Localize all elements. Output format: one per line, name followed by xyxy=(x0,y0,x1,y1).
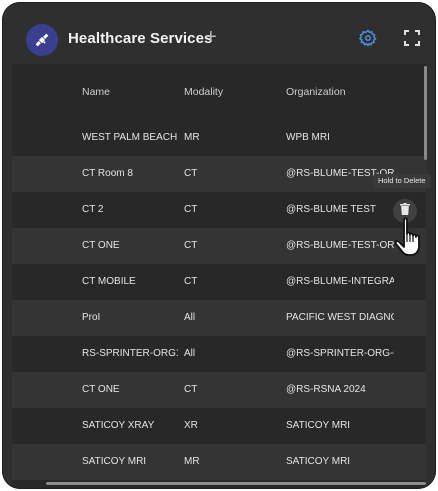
cell-name: CT Room 8 xyxy=(82,168,133,179)
services-table: Name Modality Organization WEST PALM BEA… xyxy=(12,64,426,488)
cell-organization: SATICOY MRI xyxy=(286,420,351,431)
column-header-modality[interactable]: Modality xyxy=(184,86,223,98)
table-row[interactable]: CT ONE CT @RS-RSNA 2024 xyxy=(12,372,426,408)
cell-name: CT ONE xyxy=(82,384,120,395)
cell-name: WEST PALM BEACH... xyxy=(82,132,178,143)
cell-name: CT 2 xyxy=(82,204,104,215)
gear-icon[interactable] xyxy=(358,29,377,47)
cell-name: CT MOBILE xyxy=(82,276,136,287)
page-title: Healthcare Services xyxy=(68,30,213,47)
cell-modality: All xyxy=(184,312,196,323)
cell-organization: @RS-RSNA 2024 xyxy=(286,384,366,395)
table-row[interactable]: CT MOBILE CT @RS-BLUME-INTEGRATION xyxy=(12,264,426,300)
panel-header: Healthcare Services + xyxy=(2,2,436,68)
table-row[interactable]: CT 2 CT @RS-BLUME TEST xyxy=(12,192,426,228)
cell-name: CT ONE xyxy=(82,240,120,251)
table-row[interactable]: CT ONE CT @RS-BLUME-TEST-ORG xyxy=(12,228,426,264)
horizontal-scrollbar[interactable] xyxy=(46,482,426,485)
table-row[interactable]: WEST PALM BEACH... MR WPB MRI xyxy=(12,120,426,156)
vertical-scrollbar[interactable] xyxy=(424,66,427,160)
cell-name: SATICOY MRI xyxy=(82,456,147,467)
cell-modality: MR xyxy=(184,456,200,467)
satellite-icon xyxy=(26,24,58,56)
cell-name: RS-SPRINTER-ORG1 xyxy=(82,348,178,359)
hold-to-delete-tooltip: Hold to Delete xyxy=(373,174,431,188)
cell-organization: @RS-SPRINTER-ORG-01 xyxy=(286,348,394,359)
cell-organization: @RS-BLUME-TEST-ORG xyxy=(286,240,394,251)
cell-name: ProI xyxy=(82,312,101,323)
table-row[interactable]: RS-SPRINTER-ORG1 All @RS-SPRINTER-ORG-01 xyxy=(12,336,426,372)
table-row[interactable]: SATICOY MRI MR SATICOY MRI xyxy=(12,444,426,480)
cell-modality: MR xyxy=(184,132,200,143)
column-header-name[interactable]: Name xyxy=(82,86,110,98)
healthcare-services-panel: Healthcare Services + Name Modality Orga… xyxy=(2,2,436,489)
cell-modality: XR xyxy=(184,420,198,431)
table-row[interactable]: CT Room 8 CT @RS-BLUME-TEST-ORG-6 xyxy=(12,156,426,192)
column-header-organization[interactable]: Organization xyxy=(286,86,346,98)
hand-pointer-icon xyxy=(394,216,428,260)
cell-organization: PACIFIC WEST DIAGNOSTIC xyxy=(286,312,394,323)
plus-icon[interactable]: + xyxy=(205,26,217,49)
cell-modality: CT xyxy=(184,240,198,251)
cell-modality: CT xyxy=(184,276,198,287)
cell-modality: All xyxy=(184,348,196,359)
cell-modality: CT xyxy=(184,384,198,395)
cell-organization: WPB MRI xyxy=(286,132,330,143)
table-row[interactable]: ProI All PACIFIC WEST DIAGNOSTIC xyxy=(12,300,426,336)
fullscreen-icon[interactable] xyxy=(404,30,420,46)
cell-organization: @RS-BLUME-INTEGRATION xyxy=(286,276,394,287)
cell-modality: CT xyxy=(184,204,198,215)
cell-modality: CT xyxy=(184,168,198,179)
cell-organization: @RS-BLUME TEST xyxy=(286,204,376,215)
table-row[interactable]: SATICOY XRAY XR SATICOY MRI xyxy=(12,408,426,444)
cell-organization: SATICOY MRI xyxy=(286,456,351,467)
cell-name: SATICOY XRAY xyxy=(82,420,155,431)
table-header: Name Modality Organization xyxy=(12,64,426,120)
